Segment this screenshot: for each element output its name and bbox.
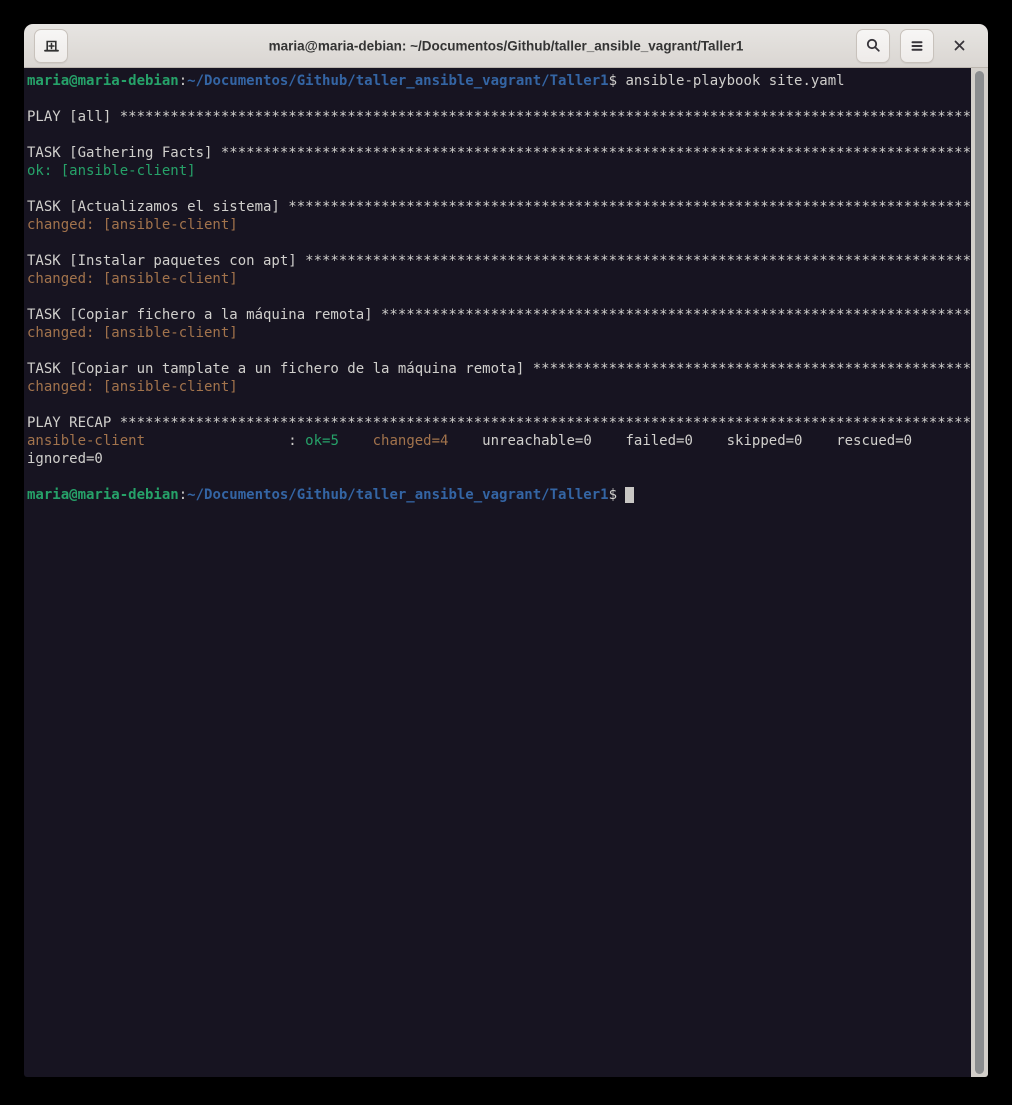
terminal-line: TASK [Instalar paquetes con apt] *******… (27, 252, 971, 270)
terminal-text-segment: ~/Documentos/Github/taller_ansible_vagra… (187, 73, 609, 89)
terminal-line: maria@maria-debian:~/Documentos/Github/t… (27, 72, 971, 90)
terminal-line: changed: [ansible-client] (27, 378, 971, 396)
window-title: maria@maria-debian: ~/Documentos/Github/… (268, 38, 744, 53)
menu-button[interactable] (900, 28, 934, 63)
scrollbar-thumb[interactable] (975, 71, 984, 1074)
scrollbar[interactable] (971, 68, 988, 1077)
terminal-line: PLAY [all] *****************************… (27, 108, 971, 126)
terminal-text-segment: : (145, 433, 306, 449)
terminal-line: TASK [Copiar fichero a la máquina remota… (27, 306, 971, 324)
search-icon (865, 37, 882, 54)
cursor (625, 487, 634, 503)
terminal-text-segment: PLAY [all] *****************************… (27, 109, 971, 125)
hamburger-menu-icon (909, 38, 925, 54)
terminal-text-segment: ~/Documentos/Github/taller_ansible_vagra… (187, 487, 609, 503)
terminal-line: changed: [ansible-client] (27, 216, 971, 234)
terminal-line: ansible-client : ok=5 changed=4 unreacha… (27, 432, 971, 450)
terminal-text-segment: PLAY RECAP *****************************… (27, 415, 971, 431)
terminal-line: PLAY RECAP *****************************… (27, 414, 971, 432)
new-tab-button[interactable] (34, 28, 68, 63)
terminal-text-segment: changed: [ansible-client] (27, 271, 238, 287)
terminal-line: changed: [ansible-client] (27, 324, 971, 342)
terminal-text-segment: ansible-client (27, 433, 146, 449)
terminal-line: ok: [ansible-client] (27, 162, 971, 180)
terminal-output: maria@maria-debian:~/Documentos/Github/t… (24, 68, 971, 1077)
terminal-line: TASK [Actualizamos el sistema] *********… (27, 198, 971, 216)
search-button[interactable] (856, 28, 890, 63)
terminal-window: maria@maria-debian: ~/Documentos/Github/… (24, 24, 988, 1077)
terminal-text-segment: TASK [Actualizamos el sistema] *********… (27, 199, 971, 215)
terminal-line: TASK [Gathering Facts] *****************… (27, 144, 971, 162)
terminal-text-segment: ok: [ansible-client] (27, 163, 196, 179)
terminal-text-segment: changed: [ansible-client] (27, 325, 238, 341)
terminal-screen[interactable]: maria@maria-debian:~/Documentos/Github/t… (24, 68, 988, 1077)
terminal-text-segment: ok=5 (305, 433, 339, 449)
terminal-text-segment: TASK [Copiar un tamplate a un fichero de… (27, 361, 971, 377)
terminal-text-segment: TASK [Copiar fichero a la máquina remota… (27, 307, 971, 323)
terminal-text-segment: $ ansible-playbook site.yaml (608, 73, 845, 89)
terminal-line: maria@maria-debian:~/Documentos/Github/t… (27, 486, 971, 504)
terminal-text-segment: : (178, 73, 188, 89)
terminal-line: ignored=0 (27, 450, 971, 468)
close-button[interactable] (944, 31, 974, 61)
terminal-text-segment: $ (608, 487, 626, 503)
titlebar[interactable]: maria@maria-debian: ~/Documentos/Github/… (24, 24, 988, 68)
terminal-text-segment: maria@maria-debian (27, 73, 179, 89)
terminal-text-segment: maria@maria-debian (27, 487, 179, 503)
terminal-text-segment: TASK [Gathering Facts] *****************… (27, 145, 971, 161)
terminal-line: changed: [ansible-client] (27, 270, 971, 288)
terminal-text-segment: TASK [Instalar paquetes con apt] *******… (27, 253, 971, 269)
terminal-line: TASK [Copiar un tamplate a un fichero de… (27, 360, 971, 378)
close-icon (952, 38, 967, 53)
terminal-text-segment: : (178, 487, 188, 503)
terminal-text-segment: changed=4 (372, 433, 449, 449)
tab-new-icon (43, 37, 60, 54)
terminal-text-segment: changed: [ansible-client] (27, 217, 238, 233)
terminal-text-segment: changed: [ansible-client] (27, 379, 238, 395)
terminal-text-segment: ignored=0 (27, 451, 103, 467)
terminal-text-segment: unreachable=0 failed=0 skipped=0 rescued… (448, 433, 913, 449)
